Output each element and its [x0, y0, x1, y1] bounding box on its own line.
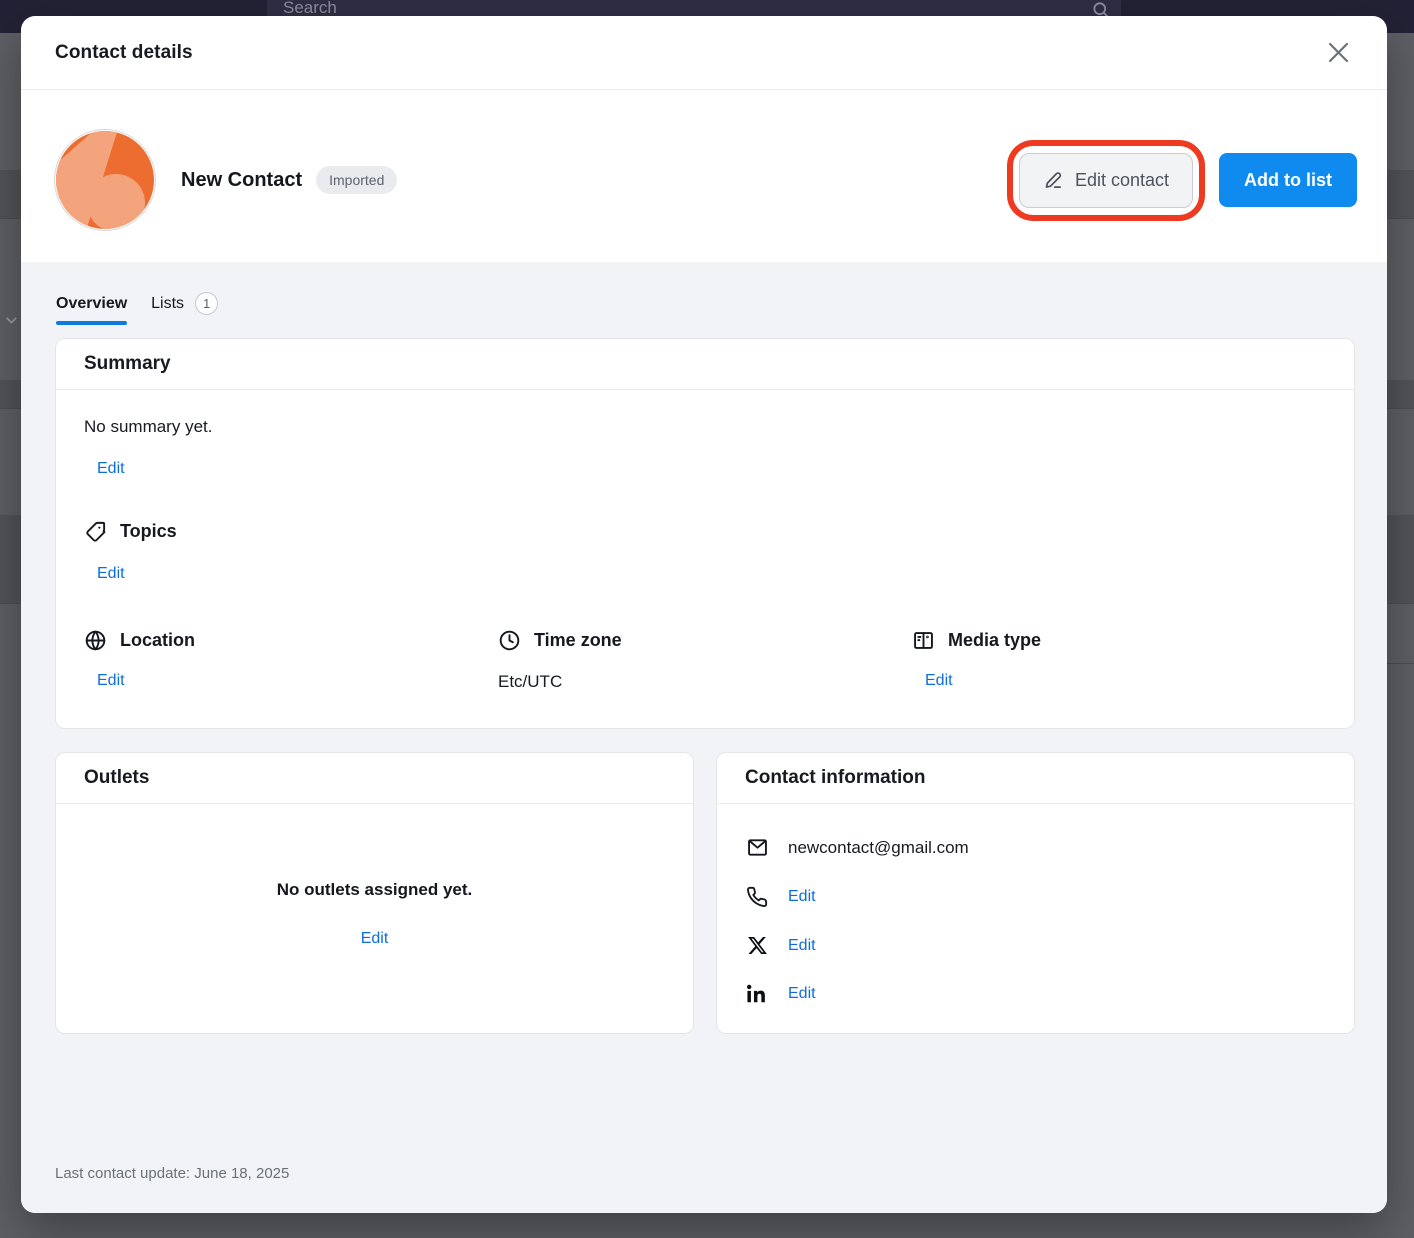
phone-edit-link[interactable]: Edit — [788, 888, 816, 906]
phone-row: Edit — [745, 886, 1326, 908]
contact-information-card: Contact information newcontact@gmail.com — [716, 752, 1355, 1034]
pencil-icon — [1043, 170, 1064, 191]
globe-icon — [84, 629, 107, 652]
topics-section: Topics — [84, 520, 1326, 543]
time-zone-label: Time zone — [534, 630, 622, 651]
summary-fields: Location Edit Time zone Etc/UTC — [84, 629, 1326, 692]
media-type-icon — [912, 629, 935, 652]
add-to-list-button[interactable]: Add to list — [1219, 153, 1357, 207]
outlets-content: No outlets assigned yet. Edit — [56, 804, 693, 1033]
edit-contact-button[interactable]: Edit contact — [1019, 153, 1193, 208]
contact-information-header: Contact information — [717, 753, 1354, 804]
outlets-edit-link[interactable]: Edit — [361, 930, 389, 948]
tab-overview-label: Overview — [56, 295, 127, 313]
summary-card-header: Summary — [56, 339, 1354, 390]
contact-information-title: Contact information — [745, 767, 926, 788]
chevron-down-icon — [3, 312, 20, 329]
close-icon[interactable] — [1322, 36, 1355, 69]
tab-overview[interactable]: Overview — [56, 295, 127, 325]
email-value: newcontact@gmail.com — [788, 838, 969, 858]
media-type-field: Media type Edit — [912, 629, 1326, 692]
contact-details-modal: Contact details New Contact Imported — [21, 16, 1387, 1213]
summary-empty-text: No summary yet. — [84, 417, 1326, 437]
x-row: Edit — [745, 935, 1326, 956]
time-zone-field: Time zone Etc/UTC — [498, 629, 912, 692]
backdrop-table-left — [0, 33, 21, 1238]
outlets-card: Outlets No outlets assigned yet. Edit — [55, 752, 694, 1034]
modal-header: Contact details — [21, 16, 1387, 90]
email-row: newcontact@gmail.com — [745, 836, 1326, 859]
summary-title: Summary — [84, 353, 171, 374]
contact-header: New Contact Imported Edit contact Add to… — [21, 90, 1387, 262]
summary-card: Summary No summary yet. Edit Topics Edit — [55, 338, 1355, 729]
outlets-empty-text: No outlets assigned yet. — [277, 880, 473, 900]
linkedin-icon — [745, 983, 769, 1004]
topics-label: Topics — [120, 521, 177, 542]
outlets-title: Outlets — [84, 767, 149, 788]
imported-badge: Imported — [316, 166, 397, 194]
phone-icon — [745, 886, 769, 908]
topics-edit-link[interactable]: Edit — [97, 565, 125, 583]
backdrop-table-right — [1387, 33, 1414, 1238]
modal-body: Overview Lists 1 Summary No summary yet.… — [21, 262, 1387, 1213]
contact-name: New Contact — [181, 169, 302, 192]
tag-icon — [84, 520, 107, 543]
time-zone-value: Etc/UTC — [498, 672, 562, 691]
tab-lists[interactable]: Lists 1 — [151, 292, 218, 327]
email-icon — [745, 836, 769, 859]
contact-information-content: newcontact@gmail.com Edit — [717, 804, 1354, 1036]
avatar — [55, 130, 155, 230]
tabs: Overview Lists 1 — [55, 292, 1355, 327]
header-actions: Edit contact Add to list — [1019, 153, 1357, 208]
linkedin-row: Edit — [745, 983, 1326, 1004]
tab-lists-label: Lists — [151, 295, 184, 313]
edit-contact-label: Edit contact — [1075, 170, 1169, 191]
location-edit-link[interactable]: Edit — [97, 672, 125, 690]
media-type-edit-link[interactable]: Edit — [925, 672, 953, 690]
location-label: Location — [120, 630, 195, 651]
last-update-text: Last contact update: June 18, 2025 — [55, 1165, 289, 1182]
lists-count-badge: 1 — [195, 292, 218, 315]
location-field: Location Edit — [84, 629, 498, 692]
clock-icon — [498, 629, 521, 652]
contact-name-row: New Contact Imported — [181, 166, 397, 194]
media-type-label: Media type — [948, 630, 1041, 651]
linkedin-edit-link[interactable]: Edit — [788, 985, 816, 1003]
summary-content: No summary yet. Edit Topics Edit — [56, 390, 1354, 728]
outlets-card-header: Outlets — [56, 753, 693, 804]
modal-footer: Last contact update: June 18, 2025 — [55, 1165, 1355, 1213]
modal-title: Contact details — [55, 42, 193, 64]
screen: Search Contact details New Co — [0, 0, 1414, 1238]
x-twitter-icon — [745, 935, 769, 956]
x-edit-link[interactable]: Edit — [788, 937, 816, 955]
summary-edit-link[interactable]: Edit — [97, 460, 125, 478]
